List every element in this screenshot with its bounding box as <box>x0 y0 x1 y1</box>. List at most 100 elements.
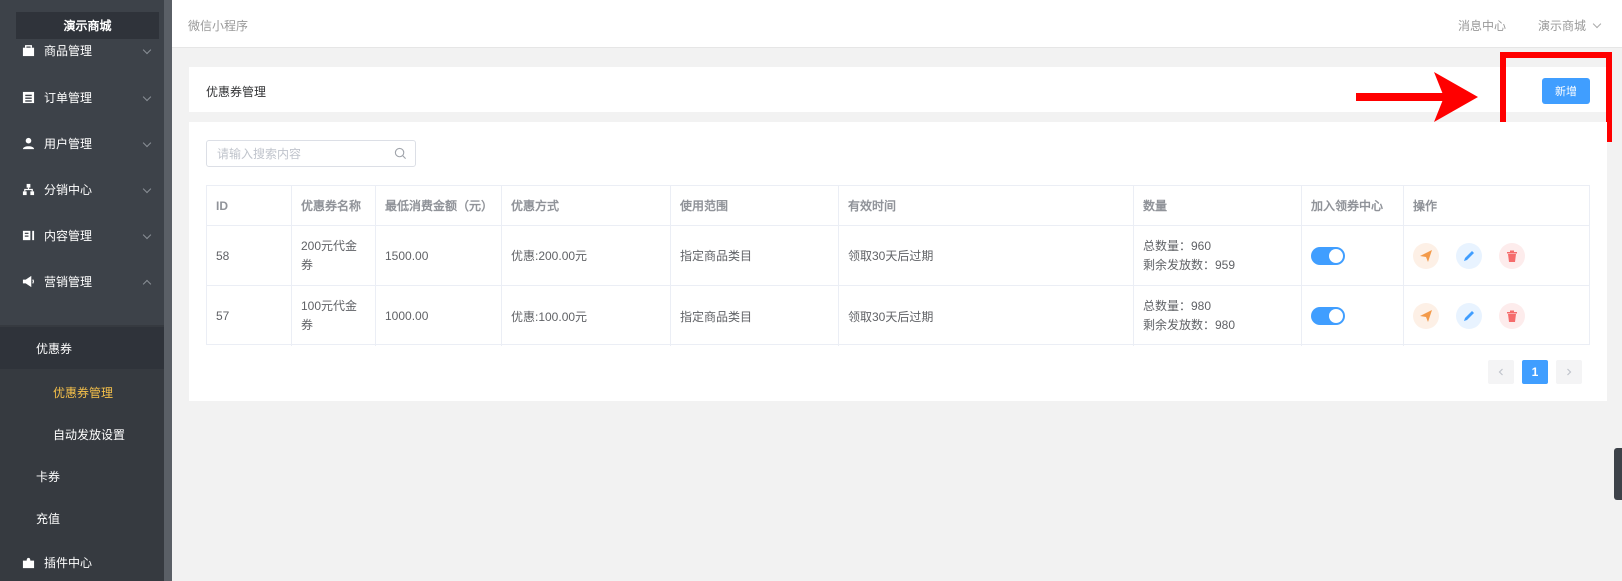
toggle-knob <box>1329 309 1343 323</box>
chevron-down-icon <box>142 45 152 55</box>
chevron-right-icon <box>1567 368 1572 376</box>
page-title: 优惠券管理 <box>206 85 267 99</box>
submenu-coupon-manage[interactable]: 优惠券管理 <box>0 371 164 413</box>
cell-scope: 指定商品类目 <box>671 226 839 285</box>
message-center-link[interactable]: 消息中心 <box>1458 17 1506 34</box>
pagination-prev-button[interactable] <box>1488 360 1514 384</box>
sidebar-item-plugins[interactable]: 插件中心 <box>0 542 164 581</box>
app-name[interactable]: 微信小程序 <box>188 17 248 34</box>
network-icon <box>20 181 36 197</box>
sidebar-item-products[interactable]: 商品管理 <box>0 30 164 70</box>
paper-plane-icon <box>1420 249 1432 262</box>
cell-quantity: 总数量：960 剩余发放数：959 <box>1134 226 1302 285</box>
trash-icon <box>1507 310 1517 322</box>
puzzle-icon <box>20 554 36 570</box>
submenu-label: 自动发放设置 <box>53 427 126 442</box>
submenu-card[interactable]: 卡券 <box>0 455 164 497</box>
sidebar-item-marketing[interactable]: 营销管理 <box>0 258 164 304</box>
send-coupon-button[interactable] <box>1413 242 1439 269</box>
total-quantity: 总数量：960 <box>1143 238 1212 253</box>
submenu-label: 充值 <box>36 511 61 526</box>
sidebar-item-label: 内容管理 <box>44 228 93 243</box>
table-row: 58 200元代金 券 1500.00 优惠:200.00元 指定商品类目 领取… <box>207 226 1589 286</box>
top-header: 微信小程序 消息中心 演示商城 <box>172 0 1622 48</box>
cell-scope: 指定商品类目 <box>671 286 839 346</box>
chevron-down-icon <box>142 230 152 240</box>
column-header: 优惠方式 <box>502 186 671 225</box>
trash-icon <box>1507 250 1517 262</box>
coupon-table: ID 优惠券名称 最低消费金额（元） 优惠方式 使用范围 有效时间 数量 加入领… <box>206 185 1590 346</box>
sidebar: 演示商城 商品管理 订单管理 用户管理 分销中心 内容管理 营销管理 优惠券 优… <box>0 0 172 581</box>
content-icon <box>20 227 36 243</box>
paper-plane-icon <box>1420 310 1432 322</box>
sidebar-item-distribution[interactable]: 分销中心 <box>0 166 164 212</box>
cell-coupon-center <box>1302 286 1404 346</box>
pagination-next-button[interactable] <box>1556 360 1582 384</box>
cell-coupon-center <box>1302 226 1404 285</box>
submenu-recharge[interactable]: 充值 <box>0 497 164 539</box>
coupon-center-toggle[interactable] <box>1311 246 1345 265</box>
cell-actions <box>1404 286 1589 346</box>
marketing-icon <box>20 273 36 289</box>
cell-name: 100元代金 券 <box>292 286 376 346</box>
cell-quantity: 总数量：980 剩余发放数：980 <box>1134 286 1302 346</box>
pencil-icon <box>1464 250 1474 261</box>
edit-button[interactable] <box>1456 242 1482 269</box>
sidebar-item-label: 商品管理 <box>44 43 93 58</box>
coupon-name-line: 券 <box>301 318 314 332</box>
cell-min-amount: 1000.00 <box>376 286 502 346</box>
search-box[interactable] <box>206 140 416 167</box>
column-header: ID <box>207 186 292 225</box>
sidebar-item-label: 插件中心 <box>44 555 93 570</box>
cell-validity: 领取30天后过期 <box>839 286 1134 346</box>
order-icon <box>20 89 36 105</box>
chevron-up-icon <box>142 279 152 289</box>
shop-switcher[interactable]: 演示商城 <box>1538 17 1602 34</box>
chevron-down-icon <box>1592 19 1602 29</box>
sidebar-item-label: 用户管理 <box>44 136 93 151</box>
pencil-icon <box>1464 311 1474 321</box>
chevron-down-icon <box>142 92 152 102</box>
table-header-row: ID 优惠券名称 最低消费金额（元） 优惠方式 使用范围 有效时间 数量 加入领… <box>207 186 1589 226</box>
remaining-quantity: 剩余发放数：980 <box>1143 318 1236 332</box>
cell-actions <box>1404 226 1589 285</box>
column-header: 加入领券中心 <box>1302 186 1404 225</box>
total-quantity: 总数量：980 <box>1143 299 1212 313</box>
toggle-knob <box>1329 248 1343 263</box>
annotation-arrow <box>1356 72 1478 122</box>
search-input[interactable] <box>217 141 387 166</box>
submenu-auto-send[interactable]: 自动发放设置 <box>0 413 164 455</box>
cell-validity: 领取30天后过期 <box>839 226 1134 285</box>
send-coupon-button[interactable] <box>1413 303 1439 329</box>
cell-id: 58 <box>207 226 292 285</box>
sidebar-item-orders[interactable]: 订单管理 <box>0 74 164 120</box>
delete-button[interactable] <box>1499 303 1525 329</box>
cell-min-amount: 1500.00 <box>376 226 502 285</box>
coupon-center-toggle[interactable] <box>1311 307 1345 325</box>
sidebar-item-users[interactable]: 用户管理 <box>0 120 164 166</box>
coupon-name-line: 券 <box>301 257 314 272</box>
table-row: 57 100元代金 券 1000.00 优惠:100.00元 指定商品类目 领取… <box>207 286 1589 346</box>
cell-discount: 优惠:100.00元 <box>502 286 671 346</box>
sidebar-item-label: 分销中心 <box>44 182 93 197</box>
delete-button[interactable] <box>1499 242 1525 269</box>
sidebar-item-label: 营销管理 <box>44 274 93 289</box>
coupon-name-line: 100元代金 <box>301 299 358 313</box>
sidebar-item-label: 订单管理 <box>44 90 93 105</box>
column-header: 优惠券名称 <box>292 186 376 225</box>
chevron-down-icon <box>142 184 152 194</box>
pagination-page-current[interactable]: 1 <box>1522 360 1548 384</box>
cell-name: 200元代金 券 <box>292 226 376 285</box>
chevron-left-icon <box>1498 368 1503 376</box>
floating-side-widget[interactable] <box>1614 448 1622 500</box>
remaining-quantity: 剩余发放数：959 <box>1143 257 1236 272</box>
sidebar-item-content[interactable]: 内容管理 <box>0 212 164 258</box>
submenu-coupon-group[interactable]: 优惠券 <box>0 327 164 369</box>
column-header: 操作 <box>1413 199 1438 213</box>
search-icon[interactable] <box>394 147 407 160</box>
cell-discount: 优惠:200.00元 <box>502 226 671 285</box>
edit-button[interactable] <box>1456 303 1482 329</box>
submenu-label: 卡券 <box>36 469 61 484</box>
column-header: 最低消费金额（元） <box>376 186 502 225</box>
submenu-label: 优惠券 <box>36 341 73 356</box>
